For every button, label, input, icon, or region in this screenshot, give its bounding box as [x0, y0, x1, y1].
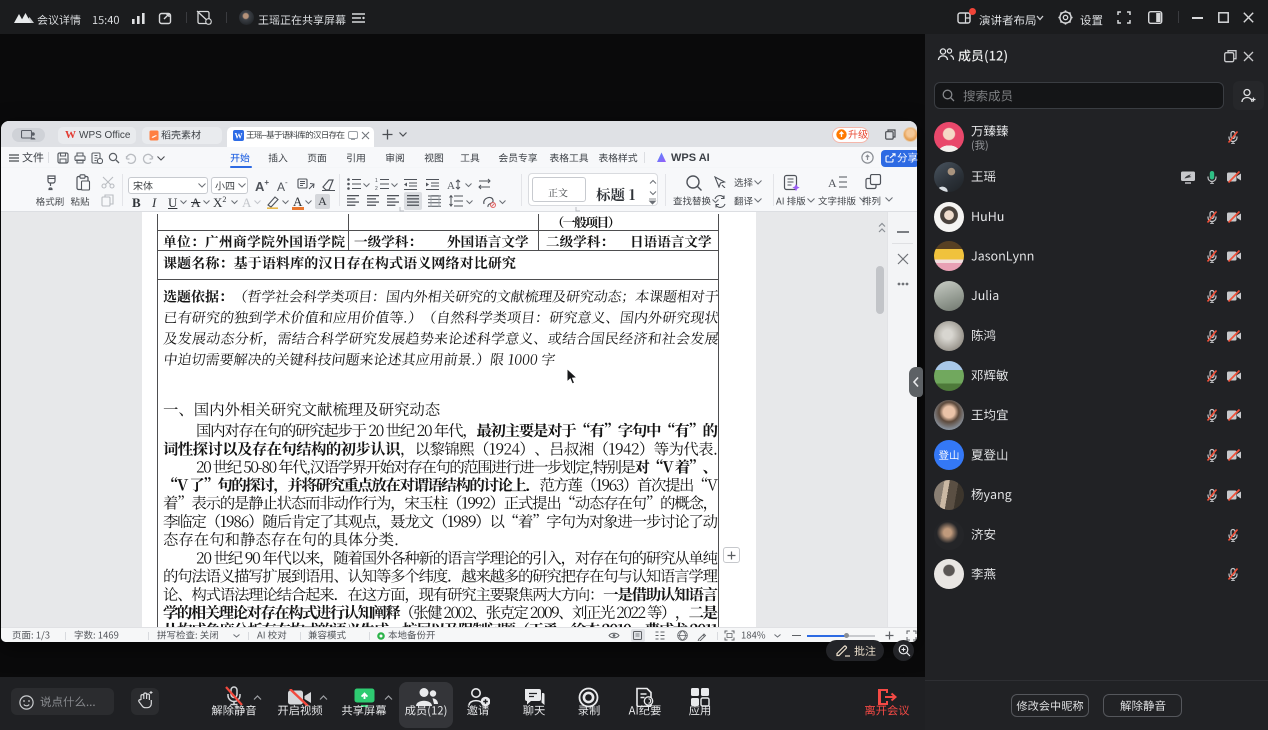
svg-text:2: 2 — [375, 186, 378, 190]
svg-text:W: W — [235, 132, 243, 141]
svg-text:A: A — [828, 176, 837, 190]
svg-text:1: 1 — [375, 178, 378, 184]
svg-text:A: A — [447, 180, 455, 191]
